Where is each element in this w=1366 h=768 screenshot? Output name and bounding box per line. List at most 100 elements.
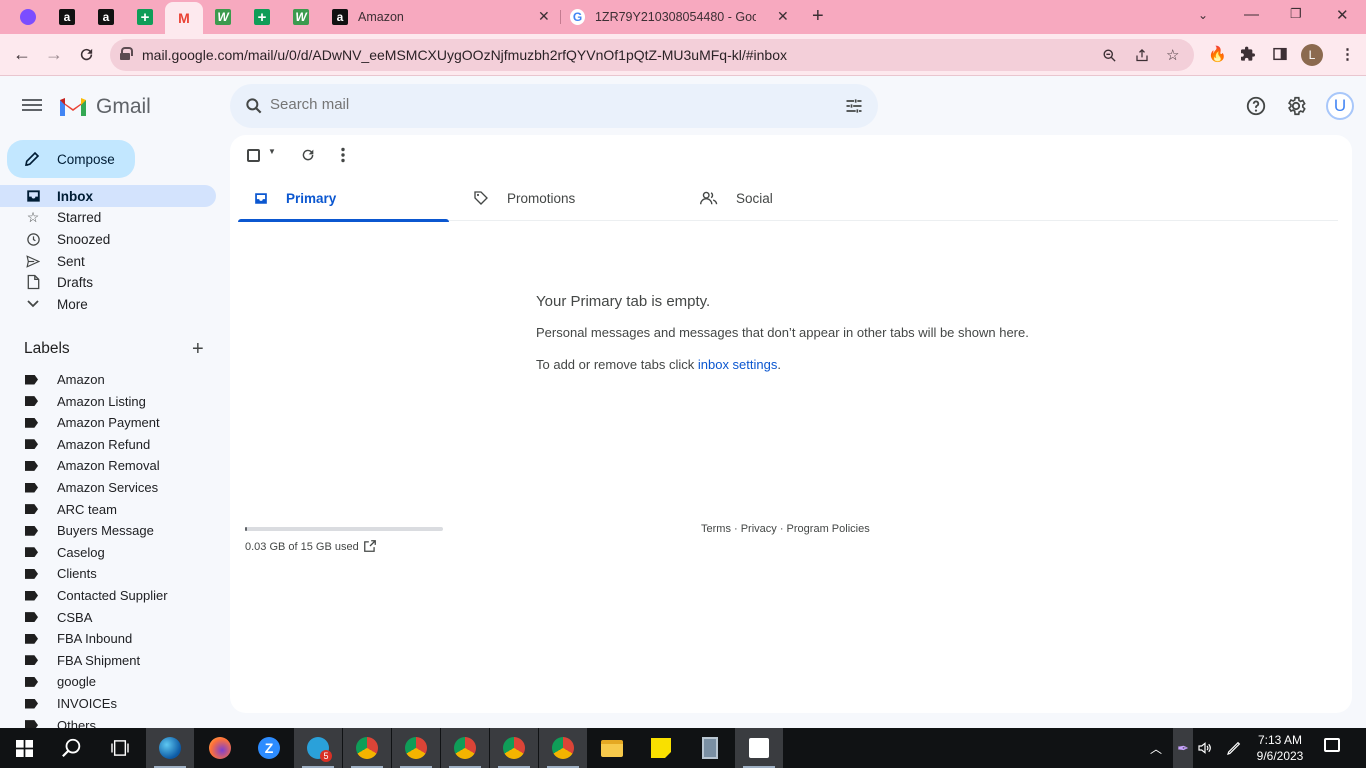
tab-amazon[interactable]: a Amazon — [322, 2, 560, 32]
tab-sheets-1[interactable]: + — [126, 4, 164, 30]
sticky-notes-icon[interactable] — [637, 728, 685, 768]
label-item[interactable]: Amazon Payment — [0, 412, 216, 433]
select-dropdown-icon[interactable]: ▼ — [268, 147, 276, 156]
browser-tab-strip: a a + M W + W a Amazon ✕ G 1ZR79Y2103080… — [0, 0, 1366, 34]
pen-app-icon[interactable]: ✒ — [1173, 728, 1193, 768]
amazon-icon: a — [59, 9, 75, 25]
address-bar[interactable]: mail.google.com/mail/u/0/d/ADwNV_eeMSMCX… — [110, 39, 1194, 71]
tab-sheets-2[interactable]: + — [243, 4, 281, 30]
inbox-settings-link[interactable]: inbox settings — [698, 357, 778, 372]
label-item[interactable]: ARC team — [0, 499, 216, 520]
label-item[interactable]: FBA Shipment — [0, 650, 216, 671]
tab-gmail[interactable]: M — [165, 2, 203, 34]
extension-fire-icon[interactable]: 🔥 — [1208, 45, 1227, 63]
label-item[interactable]: google — [0, 671, 216, 692]
zoom-icon[interactable]: Z — [245, 728, 293, 768]
label-item[interactable]: Buyers Message — [0, 520, 216, 541]
tab-messenger[interactable] — [9, 4, 47, 30]
nav-item-snoozed[interactable]: Snoozed — [0, 228, 216, 250]
restore-icon[interactable]: ❐ — [1290, 6, 1302, 22]
bookmark-star-icon[interactable]: ☆ — [1166, 46, 1179, 64]
tab-amazon-2[interactable]: a — [87, 4, 125, 30]
tab-w-app-2[interactable]: W — [282, 4, 320, 30]
label-item[interactable]: Amazon Removal — [0, 455, 216, 476]
lock-icon[interactable] — [120, 47, 133, 60]
nav-item-starred[interactable]: ☆ Starred — [0, 206, 216, 228]
label-item[interactable]: Caselog — [0, 542, 216, 563]
extensions-puzzle-icon[interactable] — [1240, 46, 1256, 62]
notifications-icon[interactable] — [1324, 738, 1340, 752]
minimize-icon[interactable]: — — [1244, 6, 1259, 23]
close-window-icon[interactable]: ✕ — [1336, 6, 1349, 24]
main-menu-icon[interactable] — [22, 96, 42, 114]
calculator-icon[interactable] — [686, 728, 734, 768]
browser-profile-avatar[interactable]: L — [1301, 44, 1323, 66]
nav-item-sent[interactable]: Sent — [0, 250, 216, 272]
tab-google-search[interactable]: G 1ZR79Y210308054480 - Google S — [560, 2, 766, 32]
tab-social[interactable]: Social — [684, 175, 903, 221]
select-all-checkbox[interactable] — [247, 149, 260, 162]
label-item[interactable]: Amazon Services — [0, 477, 216, 498]
help-icon[interactable] — [1245, 95, 1267, 117]
search-input[interactable] — [270, 96, 810, 113]
tab-search-chevron-icon[interactable]: ⌄ — [1198, 8, 1208, 22]
close-tab-icon[interactable]: ✕ — [777, 8, 789, 25]
chrome-icon[interactable] — [392, 728, 440, 768]
side-panel-icon[interactable] — [1272, 46, 1288, 62]
firefox-icon[interactable] — [196, 728, 244, 768]
google-account-avatar[interactable]: U — [1326, 92, 1354, 120]
search-icon[interactable] — [244, 96, 264, 116]
close-tab-icon[interactable]: ✕ — [538, 8, 550, 25]
nav-item-more[interactable]: More — [0, 293, 216, 315]
gmail-wordmark[interactable]: Gmail — [96, 95, 151, 119]
task-view-icon[interactable] — [96, 728, 144, 768]
search-options-icon[interactable] — [844, 96, 864, 116]
nav-item-drafts[interactable]: Drafts — [0, 271, 216, 293]
forward-icon[interactable]: → — [45, 44, 63, 65]
refresh-icon[interactable] — [300, 147, 316, 163]
back-icon[interactable]: ← — [13, 44, 31, 65]
show-hidden-icons-icon[interactable]: ︿ — [1150, 740, 1162, 757]
gmail-logo-icon[interactable] — [58, 94, 88, 118]
file-explorer-icon[interactable] — [588, 728, 636, 768]
label-item[interactable]: Amazon Refund — [0, 434, 216, 455]
kebab-menu-icon[interactable]: ⋮ — [1340, 45, 1355, 63]
new-tab-icon[interactable]: + — [812, 5, 824, 28]
label-item[interactable]: Amazon — [0, 369, 216, 390]
more-options-icon[interactable] — [340, 147, 346, 163]
label-item[interactable]: Clients — [0, 563, 216, 584]
tab-w-app-1[interactable]: W — [204, 4, 242, 30]
tab-amazon-1[interactable]: a — [48, 4, 86, 30]
open-external-icon[interactable] — [363, 539, 377, 553]
label-item[interactable]: INVOICEs — [0, 693, 216, 714]
edge-icon[interactable] — [146, 728, 194, 768]
sheets-plus-icon: + — [254, 9, 270, 26]
label-item[interactable]: CSBA — [0, 607, 216, 628]
search-icon[interactable] — [48, 728, 96, 768]
reload-icon[interactable] — [78, 46, 95, 63]
volume-icon[interactable] — [1197, 740, 1213, 756]
settings-gear-icon[interactable] — [1285, 95, 1307, 117]
nav-item-inbox[interactable]: Inbox — [0, 185, 216, 207]
label-name: Caselog — [57, 544, 105, 560]
zoom-icon[interactable] — [1102, 48, 1117, 63]
taskbar-clock[interactable]: 7:13 AM 9/6/2023 — [1250, 732, 1310, 764]
telegram-icon[interactable]: 5 — [294, 728, 342, 768]
footer-links[interactable]: Terms · Privacy · Program Policies — [701, 523, 870, 535]
tab-primary[interactable]: Primary — [238, 175, 449, 222]
app-icon[interactable] — [735, 728, 783, 768]
chrome-icon[interactable] — [441, 728, 489, 768]
chrome-icon[interactable] — [343, 728, 391, 768]
pen-input-icon[interactable] — [1226, 740, 1242, 756]
search-bar[interactable] — [230, 84, 878, 128]
tab-promotions[interactable]: Promotions — [457, 175, 676, 221]
chrome-icon[interactable] — [539, 728, 587, 768]
windows-start-icon[interactable] — [0, 728, 48, 768]
label-item[interactable]: Contacted Supplier — [0, 585, 216, 606]
share-icon[interactable] — [1134, 48, 1150, 63]
label-item[interactable]: Amazon Listing — [0, 391, 216, 412]
chrome-icon[interactable] — [490, 728, 538, 768]
compose-button[interactable]: Compose — [7, 140, 135, 178]
label-item[interactable]: FBA Inbound — [0, 628, 216, 649]
add-label-icon[interactable]: + — [192, 338, 204, 361]
